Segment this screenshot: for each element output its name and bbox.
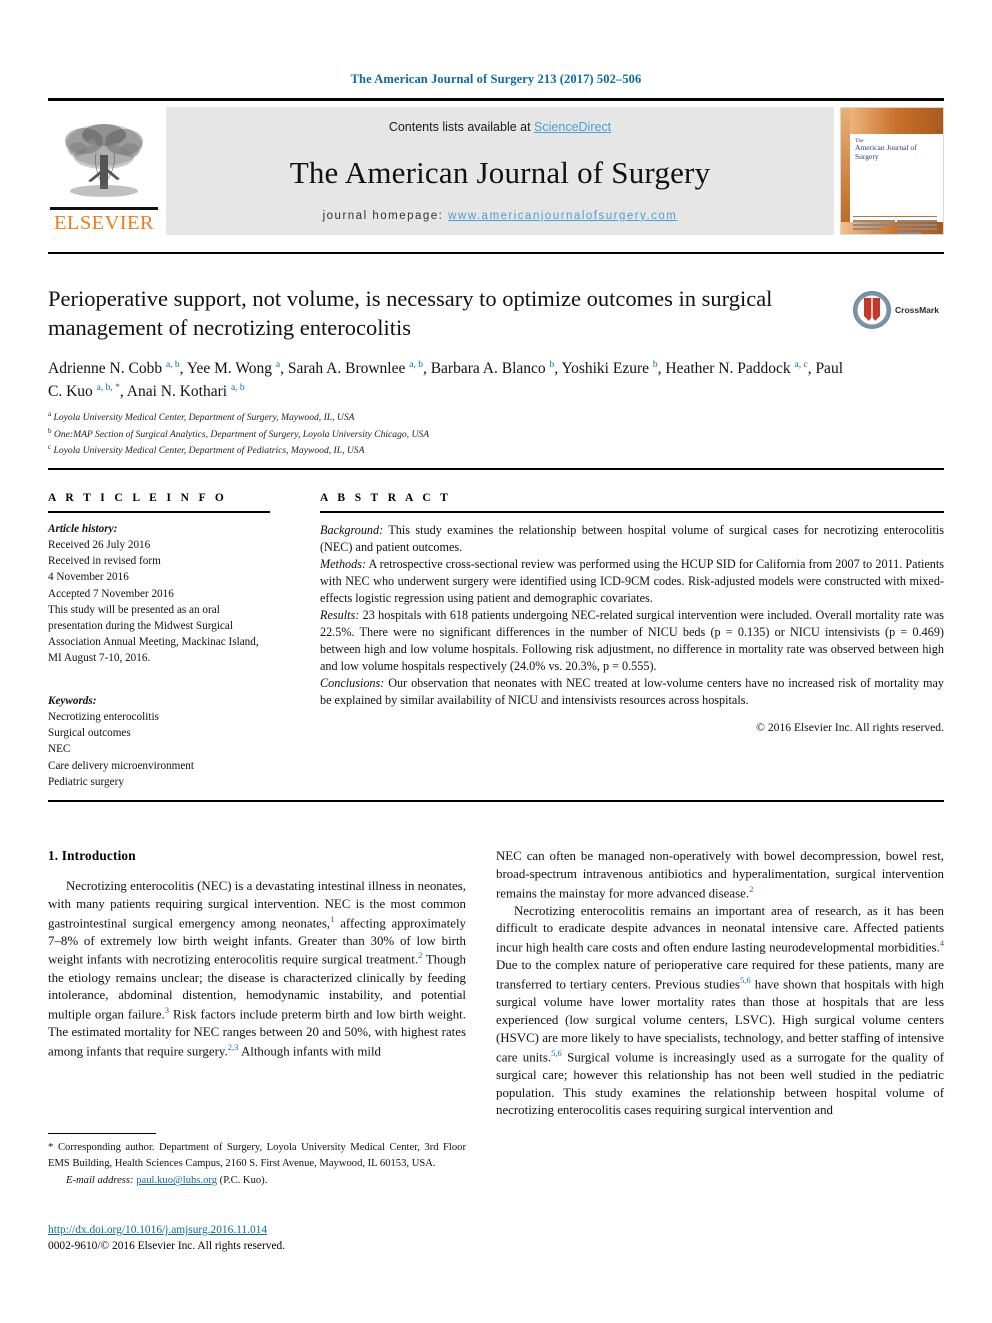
footer-doi-block: http://dx.doi.org/10.1016/j.amjsurg.2016… [48,1222,508,1254]
abstract-section: Conclusions: Our observation that neonat… [320,675,944,709]
abstract-copyright: © 2016 Elsevier Inc. All rights reserved… [756,721,944,735]
affiliation-row: b One:MAP Section of Surgical Analytics,… [48,426,748,443]
page-title: Perioperative support, not volume, is ne… [48,286,773,341]
cover-top-band [841,108,943,134]
history-line: Received 26 July 2016 [48,538,151,551]
contents-prefix: Contents lists available at [388,120,535,134]
doi-link[interactable]: http://dx.doi.org/10.1016/j.amjsurg.2016… [48,1222,508,1238]
body-column-right: NEC can often be managed non-operatively… [496,848,944,1120]
crossmark-badge[interactable]: CrossMark [852,288,944,332]
cover-rule-2 [853,234,937,235]
keyword-item: Surgical outcomes [48,727,131,740]
cover-spine [841,108,850,234]
body-paragraph: Necrotizing enterocolitis remains an imp… [496,903,944,1118]
article-history-label: Article history: [48,522,118,535]
journal-masthead: ELSEVIER Contents lists available at Sci… [48,98,944,235]
abstract-section-text: 23 hospitals with 618 patients undergoin… [320,607,944,674]
journal-title: The American Journal of Surgery [289,154,711,190]
abstract-bottom-divider [48,800,944,802]
cover-title-main: American Journal of Surgery [855,143,917,161]
email-link[interactable]: paul.kuo@luhs.org [136,1175,217,1186]
body-column-left: 1. Introduction Necrotizing enterocoliti… [48,848,466,1061]
journal-homepage-link[interactable]: www.americanjournalofsurgery.com [448,210,677,222]
author-list: Adrienne N. Cobb a, b, Yee M. Wong a, Sa… [48,359,843,401]
cover-rule-1 [853,216,937,217]
issn-copyright-line: 0002-9610/© 2016 Elsevier Inc. All right… [48,1240,286,1253]
contents-line: Contents lists available at ScienceDirec… [389,120,611,134]
affiliation-text: Loyola University Medical Center, Depart… [53,412,355,424]
affiliation-text: Loyola University Medical Center, Depart… [53,445,365,457]
affiliation-text: One:MAP Section of Surgical Analytics, D… [53,428,430,440]
cover-lines-left [853,220,895,232]
abstract-section-text: Our observation that neonates with NEC t… [320,676,944,708]
keyword-item: NEC [48,743,71,756]
elsevier-logo: ELSEVIER [48,107,160,235]
footnote-email-line: E-mail address: paul.kuo@luhs.org (P.C. … [48,1173,466,1188]
email-owner: (P.C. Kuo). [219,1175,268,1187]
keyword-item: Care delivery microenvironment [48,759,195,772]
body-paragraph: NEC can often be managed non-operatively… [496,849,944,900]
abstract-rule [320,511,944,513]
article-info-heading: A R T I C L E I N F O [48,492,228,504]
article-info-rule [48,511,270,513]
affiliations: a Loyola University Medical Center, Depa… [48,409,748,459]
abstract-section: Methods: A retrospective cross-sectional… [320,556,944,607]
keyword-item: Pediatric surgery [48,775,124,788]
journal-article-page: The American Journal of Surgery 213 (201… [0,0,992,1323]
elsevier-tree-icon [65,124,143,197]
cover-journal-title: The American Journal of Surgery [855,138,937,162]
cover-lines-right [897,220,937,234]
abstract-section-text: This study examines the relationship bet… [320,522,944,554]
footnote-text: Corresponding author. Department of Surg… [48,1142,466,1169]
affiliation-row: c Loyola University Medical Center, Depa… [48,442,748,459]
abstract-section: Results: 23 hospitals with 618 patients … [320,607,944,675]
abstract-section-label: Results: [320,607,360,622]
journal-cover-thumbnail: The American Journal of Surgery [840,107,944,235]
abstract-heading: A B S T R A C T [320,492,452,504]
title-divider [48,252,944,254]
article-info-column: A R T I C L E I N F O Article history: R… [48,492,270,790]
section-heading-introduction: 1. Introduction [48,848,136,863]
history-line: 4 November 2016 [48,571,129,584]
body-paragraph: Necrotizing enterocolitis (NEC) is a dev… [48,879,466,1059]
elsevier-rule [50,207,158,210]
running-head: The American Journal of Surgery 213 (201… [350,72,642,86]
affiliation-row: a Loyola University Medical Center, Depa… [48,409,748,426]
affiliation-marker: c [48,443,52,452]
elsevier-wordmark: ELSEVIER [54,211,154,234]
affiliation-marker: b [48,426,52,435]
abstract-section-label: Methods: [320,556,367,571]
abstract-body: Background: This study examines the rela… [320,522,944,737]
abstract-top-divider [48,468,944,470]
crossmark-label: CrossMark [895,305,939,315]
corresponding-author-footnote: * Corresponding author. Department of Su… [48,1140,466,1189]
abstract-section-label: Conclusions: [320,676,385,691]
abstract-section-text: A retrospective cross-sectional review w… [320,556,944,605]
keywords-label: Keywords: [48,694,97,707]
history-note: This study will be presented as an oral … [48,603,259,665]
affiliation-marker: a [48,410,52,418]
abstract-section-label: Background: [320,522,384,537]
journal-band: Contents lists available at ScienceDirec… [166,107,834,235]
article-history: Article history: Received 26 July 2016 R… [48,521,270,667]
journal-homepage-line: journal homepage: www.americanjournalofs… [323,210,678,222]
sciencedirect-link[interactable]: ScienceDirect [534,120,611,134]
history-line: Received in revised form [48,555,161,568]
homepage-prefix: journal homepage: [322,210,449,222]
title-block: Perioperative support, not volume, is ne… [48,284,848,403]
keywords-block: Keywords: Necrotizing enterocolitis Surg… [48,693,270,790]
history-line: Accepted 7 November 2016 [48,587,174,600]
email-label: E-mail address: [66,1175,134,1187]
abstract-column: A B S T R A C T Background: This study e… [320,492,944,737]
crossmark-icon [853,291,891,329]
footnote-divider [48,1133,156,1135]
keyword-item: Necrotizing enterocolitis [48,710,159,723]
abstract-section: Background: This study examines the rela… [320,522,944,556]
